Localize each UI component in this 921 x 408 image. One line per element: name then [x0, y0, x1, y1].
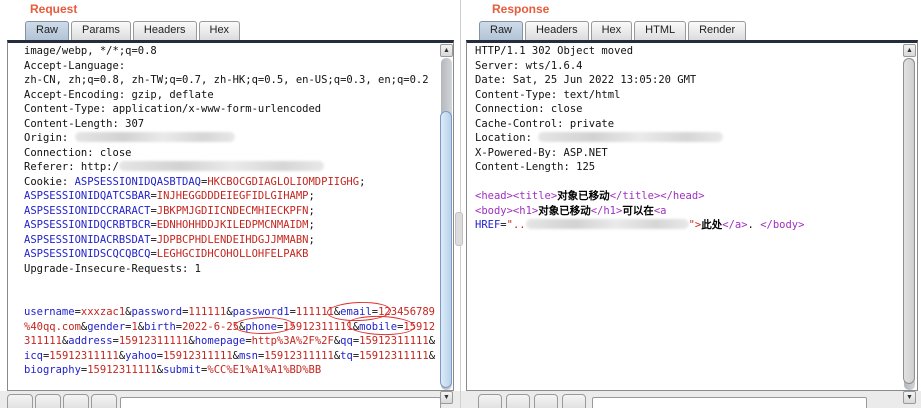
search-option-button-1[interactable]	[7, 394, 33, 408]
code-line: <body><h1>对象已移动</h1>可以在<a	[475, 204, 804, 219]
tab-hex[interactable]: Hex	[199, 21, 241, 40]
code-line: ASPSESSIONIDQATCSBAR=INJHEGGDDDEIEGFIDLG…	[24, 189, 435, 204]
redacted-blur	[119, 161, 324, 171]
tab-render[interactable]: Render	[688, 21, 746, 40]
code-line: ASPSESSIONIDQCRBTBCR=EDNHOHHDDJKILEDPMCN…	[24, 218, 435, 233]
search-option-button-1[interactable]	[478, 394, 502, 408]
burp-message-viewer: Request RawParamsHeadersHex image/webp, …	[0, 0, 921, 408]
response-raw-text: HTTP/1.1 302 Object movedServer: wts/1.6…	[475, 44, 804, 233]
code-line	[475, 175, 804, 190]
code-line: X-Powered-By: ASP.NET	[475, 146, 804, 161]
search-option-button-3[interactable]	[534, 394, 558, 408]
scroll-up-icon[interactable]: ▲	[440, 44, 453, 57]
code-line: HTTP/1.1 302 Object moved	[475, 44, 804, 59]
scroll-up-icon[interactable]: ▲	[903, 44, 916, 57]
response-panel-title: Response	[492, 2, 549, 16]
code-line: Location:	[475, 131, 804, 146]
search-input[interactable]	[120, 397, 441, 408]
scroll-down-icon[interactable]: ▼	[440, 391, 453, 404]
tab-raw[interactable]: Raw	[25, 21, 69, 40]
code-line: Referer: http:/	[24, 160, 435, 175]
code-line: Connection: close	[475, 102, 804, 117]
tab-params[interactable]: Params	[71, 21, 131, 40]
response-panel: Response RawHeadersHexHTMLRender HTTP/1.…	[461, 0, 921, 408]
code-line: icq=15912311111&yahoo=15912311111&msn=15…	[24, 349, 435, 364]
request-scrollbar[interactable]: ▲ ▼	[440, 44, 453, 405]
search-option-button-3[interactable]	[63, 394, 89, 408]
code-line: Server: wts/1.6.4	[475, 59, 804, 74]
response-raw-editor[interactable]: HTTP/1.1 302 Object movedServer: wts/1.6…	[466, 40, 918, 391]
redacted-blur	[75, 132, 235, 142]
code-line: ASPSESSIONIDACRBSDAT=JDPBCPHDLENDEIHDGJJ…	[24, 233, 435, 248]
code-line: Connection: close	[24, 146, 435, 161]
tab-hex[interactable]: Hex	[591, 21, 633, 40]
search-option-button-2[interactable]	[35, 394, 61, 408]
code-line: <head><title>对象已移动</title></head>	[475, 189, 804, 204]
redacted-blur	[538, 132, 723, 142]
request-panel-title: Request	[30, 2, 77, 16]
code-line: Content-Length: 307	[24, 117, 435, 132]
request-tab-bar: RawParamsHeadersHex	[25, 21, 240, 40]
redacted-blur	[526, 219, 689, 229]
code-line: Date: Sat, 25 Jun 2022 13:05:20 GMT	[475, 73, 804, 88]
code-line: Accept-Encoding: gzip, deflate	[24, 88, 435, 103]
code-line: Upgrade-Insecure-Requests: 1	[24, 262, 435, 277]
scroll-down-icon[interactable]: ▼	[903, 391, 916, 404]
code-line	[24, 276, 435, 291]
scrollbar-thumb[interactable]	[903, 58, 915, 384]
code-line: 311111&address=15912311111&homepage=http…	[24, 334, 435, 349]
scrollbar-thumb[interactable]	[440, 111, 452, 388]
request-panel: Request RawParamsHeadersHex image/webp, …	[0, 0, 461, 408]
code-line: Content-Type: text/html	[475, 88, 804, 103]
code-line: Accept-Language:	[24, 59, 435, 74]
search-option-button-2[interactable]	[506, 394, 530, 408]
search-option-button-4[interactable]	[562, 394, 586, 408]
code-line: image/webp, */*;q=0.8	[24, 44, 435, 59]
tab-raw[interactable]: Raw	[479, 21, 523, 40]
response-scrollbar[interactable]: ▲ ▼	[903, 44, 916, 405]
code-line: Cookie: ASPSESSIONIDQASBTDAQ=HKCBOCGDIAG…	[24, 175, 435, 190]
tab-headers[interactable]: Headers	[133, 21, 197, 40]
code-line: Content-Length: 125	[475, 160, 804, 175]
code-line: HREF="..">此处</a>. </body>	[475, 218, 804, 233]
code-line: ASPSESSIONIDSCQCQBCQ=LEGHGCIDHCOHOLLOHFE…	[24, 247, 435, 262]
request-raw-editor[interactable]: image/webp, */*;q=0.8Accept-Language:zh-…	[7, 40, 454, 391]
code-line: Origin:	[24, 131, 435, 146]
search-option-button-4[interactable]	[91, 394, 117, 408]
code-line: ASPSESSIONIDCCRARACT=JBKPMJGDIICNDECMHIE…	[24, 204, 435, 219]
search-input[interactable]	[592, 397, 867, 408]
response-tab-bar: RawHeadersHexHTMLRender	[479, 21, 746, 40]
tab-headers[interactable]: Headers	[525, 21, 589, 40]
code-line: biography=15912311111&submit=%CC%E1%A1%A…	[24, 363, 435, 378]
tab-html[interactable]: HTML	[634, 21, 686, 40]
code-line: Content-Type: application/x-www-form-url…	[24, 102, 435, 117]
code-line: Cache-Control: private	[475, 117, 804, 132]
code-line: zh-CN, zh;q=0.8, zh-TW;q=0.7, zh-HK;q=0.…	[24, 73, 435, 88]
